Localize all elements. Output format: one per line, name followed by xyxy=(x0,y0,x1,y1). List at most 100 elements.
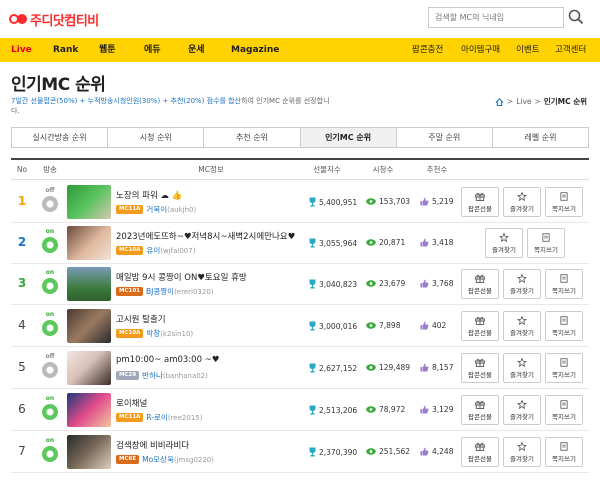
mc-nickname[interactable]: R-로이 xyxy=(146,412,167,423)
broadcast-title[interactable]: 2023년에도뜨하~♥저녁8시~새벽2시에만나요♥ xyxy=(116,230,295,242)
mc-meta: MC11A R-로이 (ree2015) xyxy=(116,412,202,423)
gift-popcorn-button[interactable]: 팝콘선물 xyxy=(461,437,499,467)
mc-level-badge: MC10A xyxy=(116,329,144,338)
mc-thumbnail[interactable] xyxy=(67,226,111,260)
gift-popcorn-button[interactable]: 팝콘선물 xyxy=(461,353,499,383)
write-message-button[interactable]: 쪽지쓰기 xyxy=(545,269,583,299)
recommend-count-value: 402 xyxy=(432,321,447,330)
mc-level-badge: MC29 xyxy=(116,371,140,380)
gift-score-value: 3,055,964 xyxy=(319,238,358,248)
gift-icon xyxy=(475,274,485,283)
nav-webtoon[interactable]: 웹툰 xyxy=(99,38,116,62)
tab-weekend-rank[interactable]: 주말 순위 xyxy=(397,128,493,147)
broadcast-title[interactable]: 로이채널 xyxy=(116,397,147,409)
nav-event[interactable]: 이벤트 xyxy=(516,38,539,62)
nav-item-shop[interactable]: 아이템구매 xyxy=(461,38,500,62)
add-favorite-button[interactable]: 즐겨찾기 xyxy=(503,187,541,217)
gift-icon xyxy=(475,192,485,201)
nav-popcorn-charge[interactable]: 팝콘충전 xyxy=(412,38,443,62)
star-icon xyxy=(517,274,527,283)
table-row: 2 on 2023년에도뜨하~♥저녁8시~새벽2시에만나요♥ MC10A 유이 … xyxy=(11,223,589,264)
eye-icon xyxy=(366,322,376,329)
broadcast-title[interactable]: 매일밤 9시 콩짱이 ON♥토요일 휴방 xyxy=(116,271,247,283)
mc-meta: MC11A 거북이 (aukjh0) xyxy=(116,204,196,215)
mc-thumbnail[interactable] xyxy=(67,351,111,385)
write-message-button[interactable]: 쪽지쓰기 xyxy=(545,311,583,341)
recommend-count: 5,219 xyxy=(420,197,453,206)
mc-thumbnail[interactable] xyxy=(67,267,111,301)
mc-thumbnail[interactable] xyxy=(67,185,111,219)
gift-popcorn-button[interactable]: 팝콘선물 xyxy=(461,395,499,425)
table-row: 3 on 매일밤 9시 콩짱이 ON♥토요일 휴방 MC101 BJ콩짱이 (e… xyxy=(11,264,589,305)
recommend-count-value: 3,418 xyxy=(432,238,454,247)
write-message-button[interactable]: 쪽지쓰기 xyxy=(545,437,583,467)
rank-number: 4 xyxy=(18,318,26,332)
view-count-value: 78,972 xyxy=(379,405,406,414)
home-icon[interactable] xyxy=(495,97,504,106)
tab-level-rank[interactable]: 레벨 순위 xyxy=(493,128,588,147)
nav-live[interactable]: Live xyxy=(11,38,32,62)
onair-status: on xyxy=(45,228,55,235)
onair-indicator: off xyxy=(39,187,61,212)
site-logo[interactable]: 주디닷컴티비 xyxy=(9,10,99,29)
mc-nickname[interactable]: BJ콩짱이 xyxy=(146,286,174,297)
mc-id: (banhana02) xyxy=(162,371,208,380)
trophy-icon xyxy=(309,447,316,457)
mc-id: (wjfal007) xyxy=(160,246,196,255)
search-input[interactable] xyxy=(429,8,563,27)
write-message-button[interactable]: 쪽지쓰기 xyxy=(545,187,583,217)
breadcrumb-current: 인기MC 순위 xyxy=(543,97,587,106)
mc-nickname[interactable]: 박창 xyxy=(146,328,160,339)
rank-number: 6 xyxy=(18,402,26,416)
tab-recommend-rank[interactable]: 추천 순위 xyxy=(204,128,301,147)
thumbs-up-icon xyxy=(420,279,429,288)
broadcast-title[interactable]: pm10:00~ am03:00 ~♥ xyxy=(116,355,219,365)
tab-popular-mc-rank[interactable]: 인기MC 순위 xyxy=(300,128,397,147)
mc-id: (ereri0320) xyxy=(174,287,214,296)
mc-meta: MC29 반하나 (banhana02) xyxy=(116,370,208,381)
message-button-label: 쪽지쓰기 xyxy=(552,329,576,337)
favorite-button-label: 즐겨찾기 xyxy=(510,455,534,463)
write-message-button[interactable]: 쪽지쓰기 xyxy=(545,395,583,425)
nav-fortune[interactable]: 운세 xyxy=(188,38,205,62)
write-message-button[interactable]: 쪽지쓰기 xyxy=(545,353,583,383)
gift-popcorn-button[interactable]: 팝콘선물 xyxy=(461,269,499,299)
broadcast-title[interactable]: 노장의 파워 ☁ 👍 xyxy=(116,189,182,201)
mc-thumbnail[interactable] xyxy=(67,435,111,469)
mc-nickname[interactable]: 유이 xyxy=(146,245,160,256)
nav-support[interactable]: 고객센터 xyxy=(555,38,586,62)
search-icon[interactable] xyxy=(568,9,584,25)
write-message-button[interactable]: 쪽지쓰기 xyxy=(527,228,565,258)
gift-score-value: 2,627,152 xyxy=(319,363,358,373)
nav-edu[interactable]: 에듀 xyxy=(144,38,161,62)
eye-icon xyxy=(366,198,376,205)
gift-popcorn-button[interactable]: 팝콘선물 xyxy=(461,187,499,217)
tab-live-rank[interactable]: 실시간방송 순위 xyxy=(12,128,109,147)
gift-popcorn-button[interactable]: 팝콘선물 xyxy=(461,311,499,341)
main-nav: Live Rank 웹툰 에듀 운세 Magazine 팝콘충전 아이템구매 이… xyxy=(0,38,600,62)
breadcrumb-live[interactable]: Live xyxy=(516,97,531,106)
mc-nickname[interactable]: 반하나 xyxy=(142,370,163,381)
add-favorite-button[interactable]: 즐겨찾기 xyxy=(503,437,541,467)
trophy-icon xyxy=(309,279,316,289)
broadcast-title[interactable]: 검색창에 비비라비다 xyxy=(116,439,189,451)
table-row: 6 on 로이채널 MC11A R-로이 (ree2015) 2,513,206… xyxy=(11,390,589,431)
add-favorite-button[interactable]: 즐겨찾기 xyxy=(503,353,541,383)
nav-rank[interactable]: Rank xyxy=(53,38,78,62)
view-count-value: 20,871 xyxy=(379,238,406,247)
add-favorite-button[interactable]: 즐겨찾기 xyxy=(503,311,541,341)
mc-nickname[interactable]: Mo모상욱 xyxy=(142,454,174,465)
add-favorite-button[interactable]: 즐겨찾기 xyxy=(503,395,541,425)
add-favorite-button[interactable]: 즐겨찾기 xyxy=(485,228,523,258)
message-icon xyxy=(560,400,568,409)
tab-view-rank[interactable]: 시청 순위 xyxy=(108,128,205,147)
mc-thumbnail[interactable] xyxy=(67,393,111,427)
add-favorite-button[interactable]: 즐겨찾기 xyxy=(503,269,541,299)
mc-nickname[interactable]: 거북이 xyxy=(146,204,167,215)
message-icon xyxy=(560,316,568,325)
onair-status: on xyxy=(45,269,55,276)
broadcast-title[interactable]: 고시원 탈출기 xyxy=(116,313,166,325)
mc-thumbnail[interactable] xyxy=(67,309,111,343)
nav-magazine[interactable]: Magazine xyxy=(231,38,279,62)
recommend-count-value: 3,768 xyxy=(432,279,454,288)
